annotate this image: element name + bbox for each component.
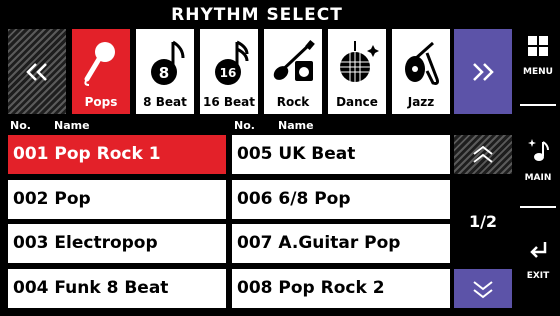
category-dance[interactable]: Dance <box>328 29 386 114</box>
menu-label: MENU <box>523 67 553 77</box>
svg-text:8: 8 <box>159 64 169 82</box>
column-header-no: No. <box>234 119 255 132</box>
main-label: MAIN <box>524 173 552 183</box>
prev-category-button[interactable] <box>8 29 66 114</box>
double-chevron-right-icon <box>473 62 494 81</box>
sparkle-note-icon <box>528 139 549 161</box>
microphone-icon <box>84 42 115 86</box>
column-header-name: Name <box>54 119 90 132</box>
exit-button[interactable]: EXIT <box>516 240 560 290</box>
rhythm-item[interactable]: 004 Funk 8 Beat <box>8 269 226 308</box>
rhythm-item[interactable]: 003 Electropop <box>8 224 226 263</box>
guitar-amp-icon <box>273 40 315 81</box>
page-up-button[interactable] <box>454 135 512 174</box>
grid-icon <box>528 36 548 56</box>
double-chevron-up-icon <box>473 145 493 163</box>
rhythm-item[interactable]: 001 Pop Rock 1 <box>8 135 226 174</box>
category-label: Pops <box>84 95 118 109</box>
category-rock[interactable]: Rock <box>264 29 322 114</box>
category-label: 8 Beat <box>143 95 187 109</box>
main-button[interactable]: MAIN <box>516 138 560 188</box>
category-label: Rock <box>276 95 310 109</box>
exit-label: EXIT <box>526 271 550 281</box>
svg-text:16: 16 <box>220 66 237 80</box>
double-chevron-down-icon <box>473 280 493 298</box>
column-header-no: No. <box>10 119 31 132</box>
note-8-icon: 8 <box>151 40 185 85</box>
note-16-icon: 16 <box>215 40 249 85</box>
category-8-beat[interactable]: 8 8 Beat <box>136 29 194 114</box>
rhythm-item[interactable]: 007 A.Guitar Pop <box>232 224 450 263</box>
column-header-name: Name <box>278 119 314 132</box>
page-indicator: 1/2 <box>468 212 498 231</box>
rhythm-item[interactable]: 008 Pop Rock 2 <box>232 269 450 308</box>
rhythm-item[interactable]: 002 Pop <box>8 180 226 219</box>
rhythm-item[interactable]: 006 6/8 Pop <box>232 180 450 219</box>
next-category-button[interactable] <box>454 29 512 114</box>
category-16-beat[interactable]: 16 16 Beat <box>200 29 258 114</box>
disco-ball-icon <box>340 41 379 82</box>
screen-title: RHYTHM SELECT <box>171 5 343 25</box>
sidebar-divider <box>520 104 556 106</box>
category-pops[interactable]: Pops <box>72 29 130 114</box>
category-label: Dance <box>336 95 378 109</box>
double-chevron-left-icon <box>26 62 47 81</box>
page-down-button[interactable] <box>454 269 512 308</box>
return-arrow-icon <box>530 242 547 258</box>
category-label: Jazz <box>407 95 435 109</box>
sidebar-divider <box>520 206 556 208</box>
category-label: 16 Beat <box>203 95 255 109</box>
category-jazz[interactable]: Jazz <box>392 29 450 114</box>
menu-button[interactable]: MENU <box>516 36 560 86</box>
rhythm-item[interactable]: 005 UK Beat <box>232 135 450 174</box>
sax-icon <box>405 41 439 85</box>
